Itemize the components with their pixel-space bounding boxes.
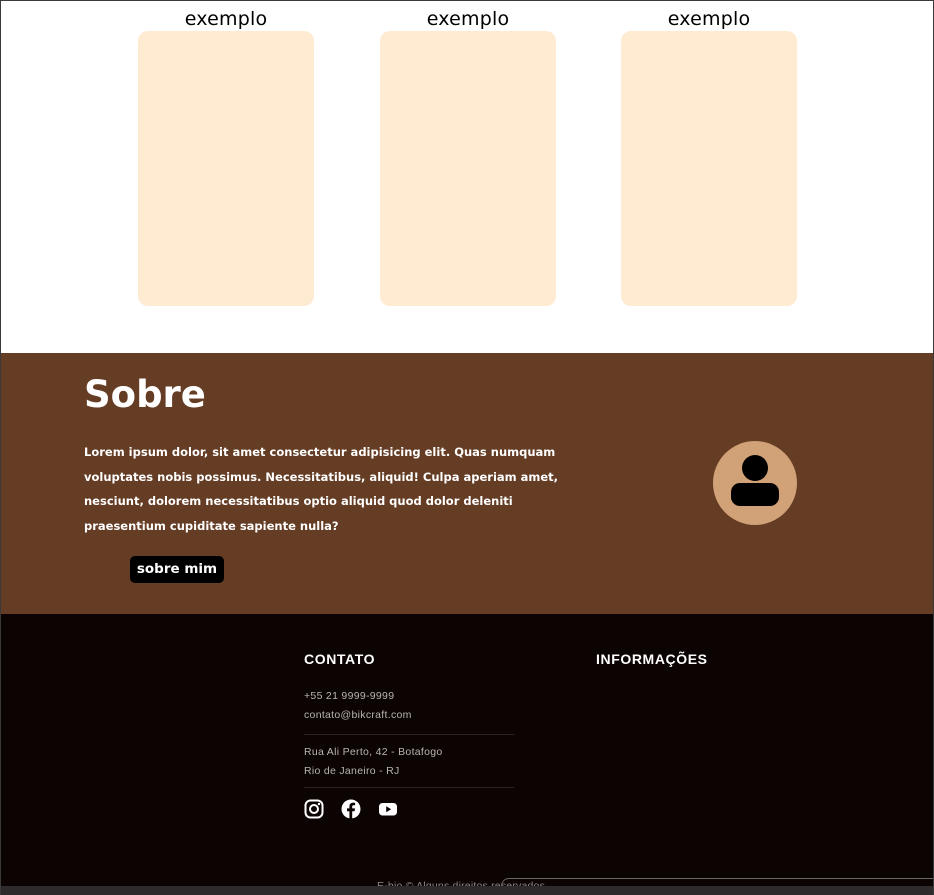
informacoes-heading: INFORMAÇÕES [596,651,708,667]
sobre-title: Sobre [84,373,206,416]
footer: CONTATO INFORMAÇÕES +55 21 9999-9999 con… [1,614,933,892]
instagram-icon[interactable] [304,799,324,819]
cards-section: exemplo exemplo exemplo [1,1,933,353]
page: exemplo exemplo exemplo Sobre Lorem ipsu… [0,0,934,895]
sobre-mim-button[interactable]: sobre mim [130,556,224,583]
sobre-text: Lorem ipsum dolor, sit amet consectetur … [84,445,559,533]
card-image [138,31,314,306]
user-icon [731,455,779,506]
sobre-section: Sobre Lorem ipsum dolor, sit amet consec… [1,353,933,614]
facebook-icon[interactable] [341,799,361,819]
card-item[interactable]: exemplo [138,1,314,306]
card-item[interactable]: exemplo [380,1,556,306]
bottom-bar [1,886,933,895]
address-line1: Rua Ali Perto, 42 - Botafogo [304,746,443,758]
card-image [621,31,797,306]
phone-text[interactable]: +55 21 9999-9999 [304,690,394,702]
address-line2: Rio de Janeiro - RJ [304,765,400,777]
divider [304,787,514,788]
divider [304,734,514,735]
contato-heading: CONTATO [304,651,376,667]
card-label: exemplo [426,8,510,30]
card-label: exemplo [667,8,751,30]
avatar [713,441,797,525]
card-label: exemplo [184,8,268,30]
card-image [380,31,556,306]
email-link[interactable]: contato@bikcraft.com [304,709,412,721]
youtube-icon[interactable] [378,799,398,819]
card-item[interactable]: exemplo [621,1,797,306]
